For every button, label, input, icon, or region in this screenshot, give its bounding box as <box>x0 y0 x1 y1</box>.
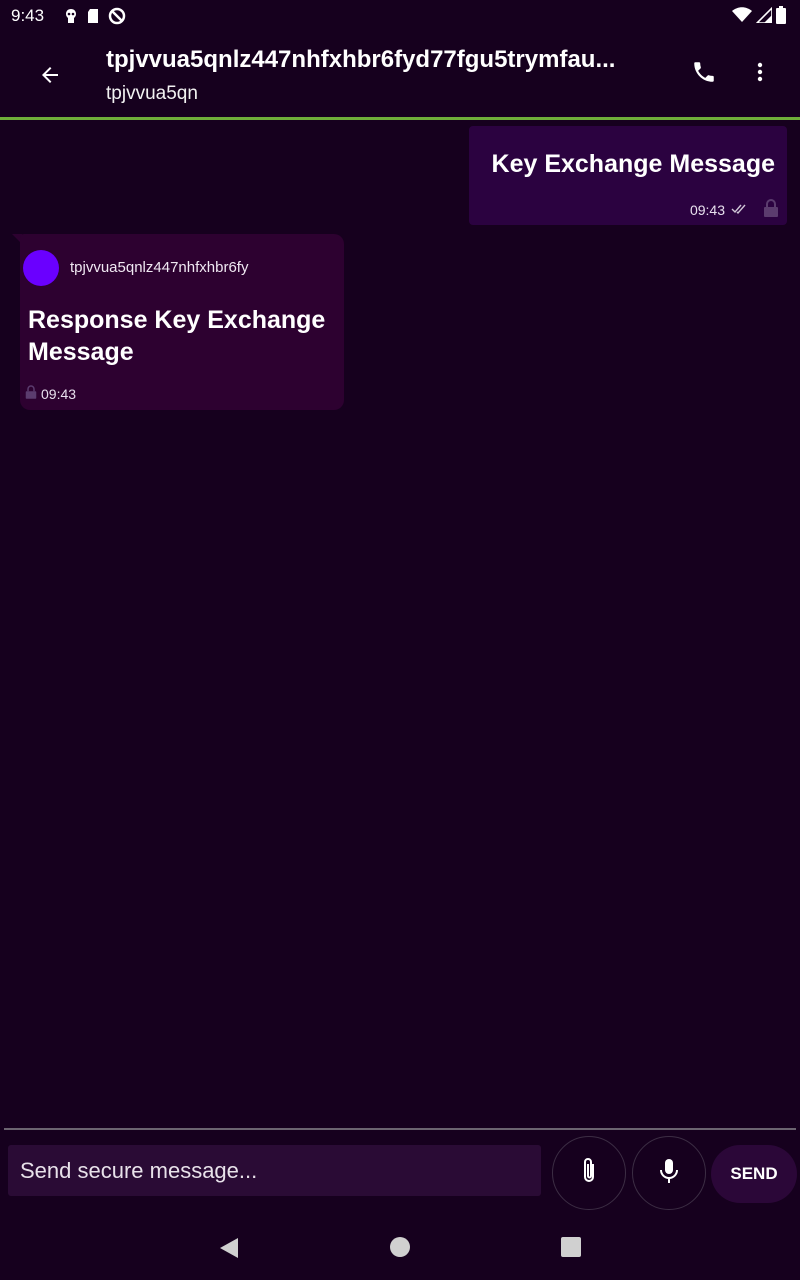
sd-card-icon <box>86 8 100 29</box>
lock-icon <box>763 199 779 220</box>
attach-button[interactable] <box>552 1136 626 1210</box>
avatar[interactable] <box>23 250 59 286</box>
back-button[interactable] <box>30 57 70 97</box>
sender-name: tpjvvua5qnlz447nhfxhbr6fy <box>70 259 249 276</box>
nav-home-icon[interactable] <box>389 1236 411 1263</box>
header-divider <box>0 117 800 120</box>
do-not-disturb-icon <box>108 7 126 30</box>
send-button[interactable]: SEND <box>711 1145 797 1203</box>
voice-record-button[interactable] <box>632 1136 706 1210</box>
conversation-header: tpjvvua5qnlz447nhfxhbr6fyd77fgu5trymfau.… <box>0 32 800 117</box>
conversation-subtitle: tpjvvua5qn <box>106 83 198 104</box>
more-options-button[interactable] <box>740 54 780 94</box>
wifi-icon <box>732 7 752 28</box>
paperclip-icon <box>578 1156 600 1191</box>
nav-back-icon[interactable] <box>218 1236 240 1265</box>
status-bar: 9:43 <box>0 0 800 32</box>
message-text: Key Exchange Message <box>491 150 775 178</box>
battery-icon <box>776 6 786 29</box>
more-vert-icon <box>748 60 772 89</box>
message-text: Response Key Exchange Message <box>28 306 326 366</box>
conversation-title[interactable]: tpjvvua5qnlz447nhfxhbr6fyd77fgu5trymfau.… <box>106 46 658 74</box>
call-button[interactable] <box>684 54 724 94</box>
message-time: 09:43 <box>689 201 725 218</box>
phone-icon <box>691 59 717 90</box>
composer-divider <box>4 1128 796 1130</box>
message-input[interactable] <box>8 1145 541 1196</box>
arrow-back-icon <box>38 63 62 92</box>
lock-icon <box>25 385 37 402</box>
message-time: 09:43 <box>41 385 77 402</box>
double-check-icon <box>731 202 747 218</box>
signal-icon <box>755 6 773 28</box>
android-debug-icon <box>64 8 78 29</box>
nav-recents-icon[interactable] <box>560 1236 582 1263</box>
microphone-icon <box>658 1157 680 1190</box>
system-nav-bar <box>0 1216 800 1280</box>
status-time: 9:43 <box>11 6 45 25</box>
incoming-message-bubble[interactable]: tpjvvua5qnlz447nhfxhbr6fy Response Key E… <box>20 234 344 410</box>
outgoing-message-bubble[interactable]: Key Exchange Message 09:43 <box>469 126 787 225</box>
